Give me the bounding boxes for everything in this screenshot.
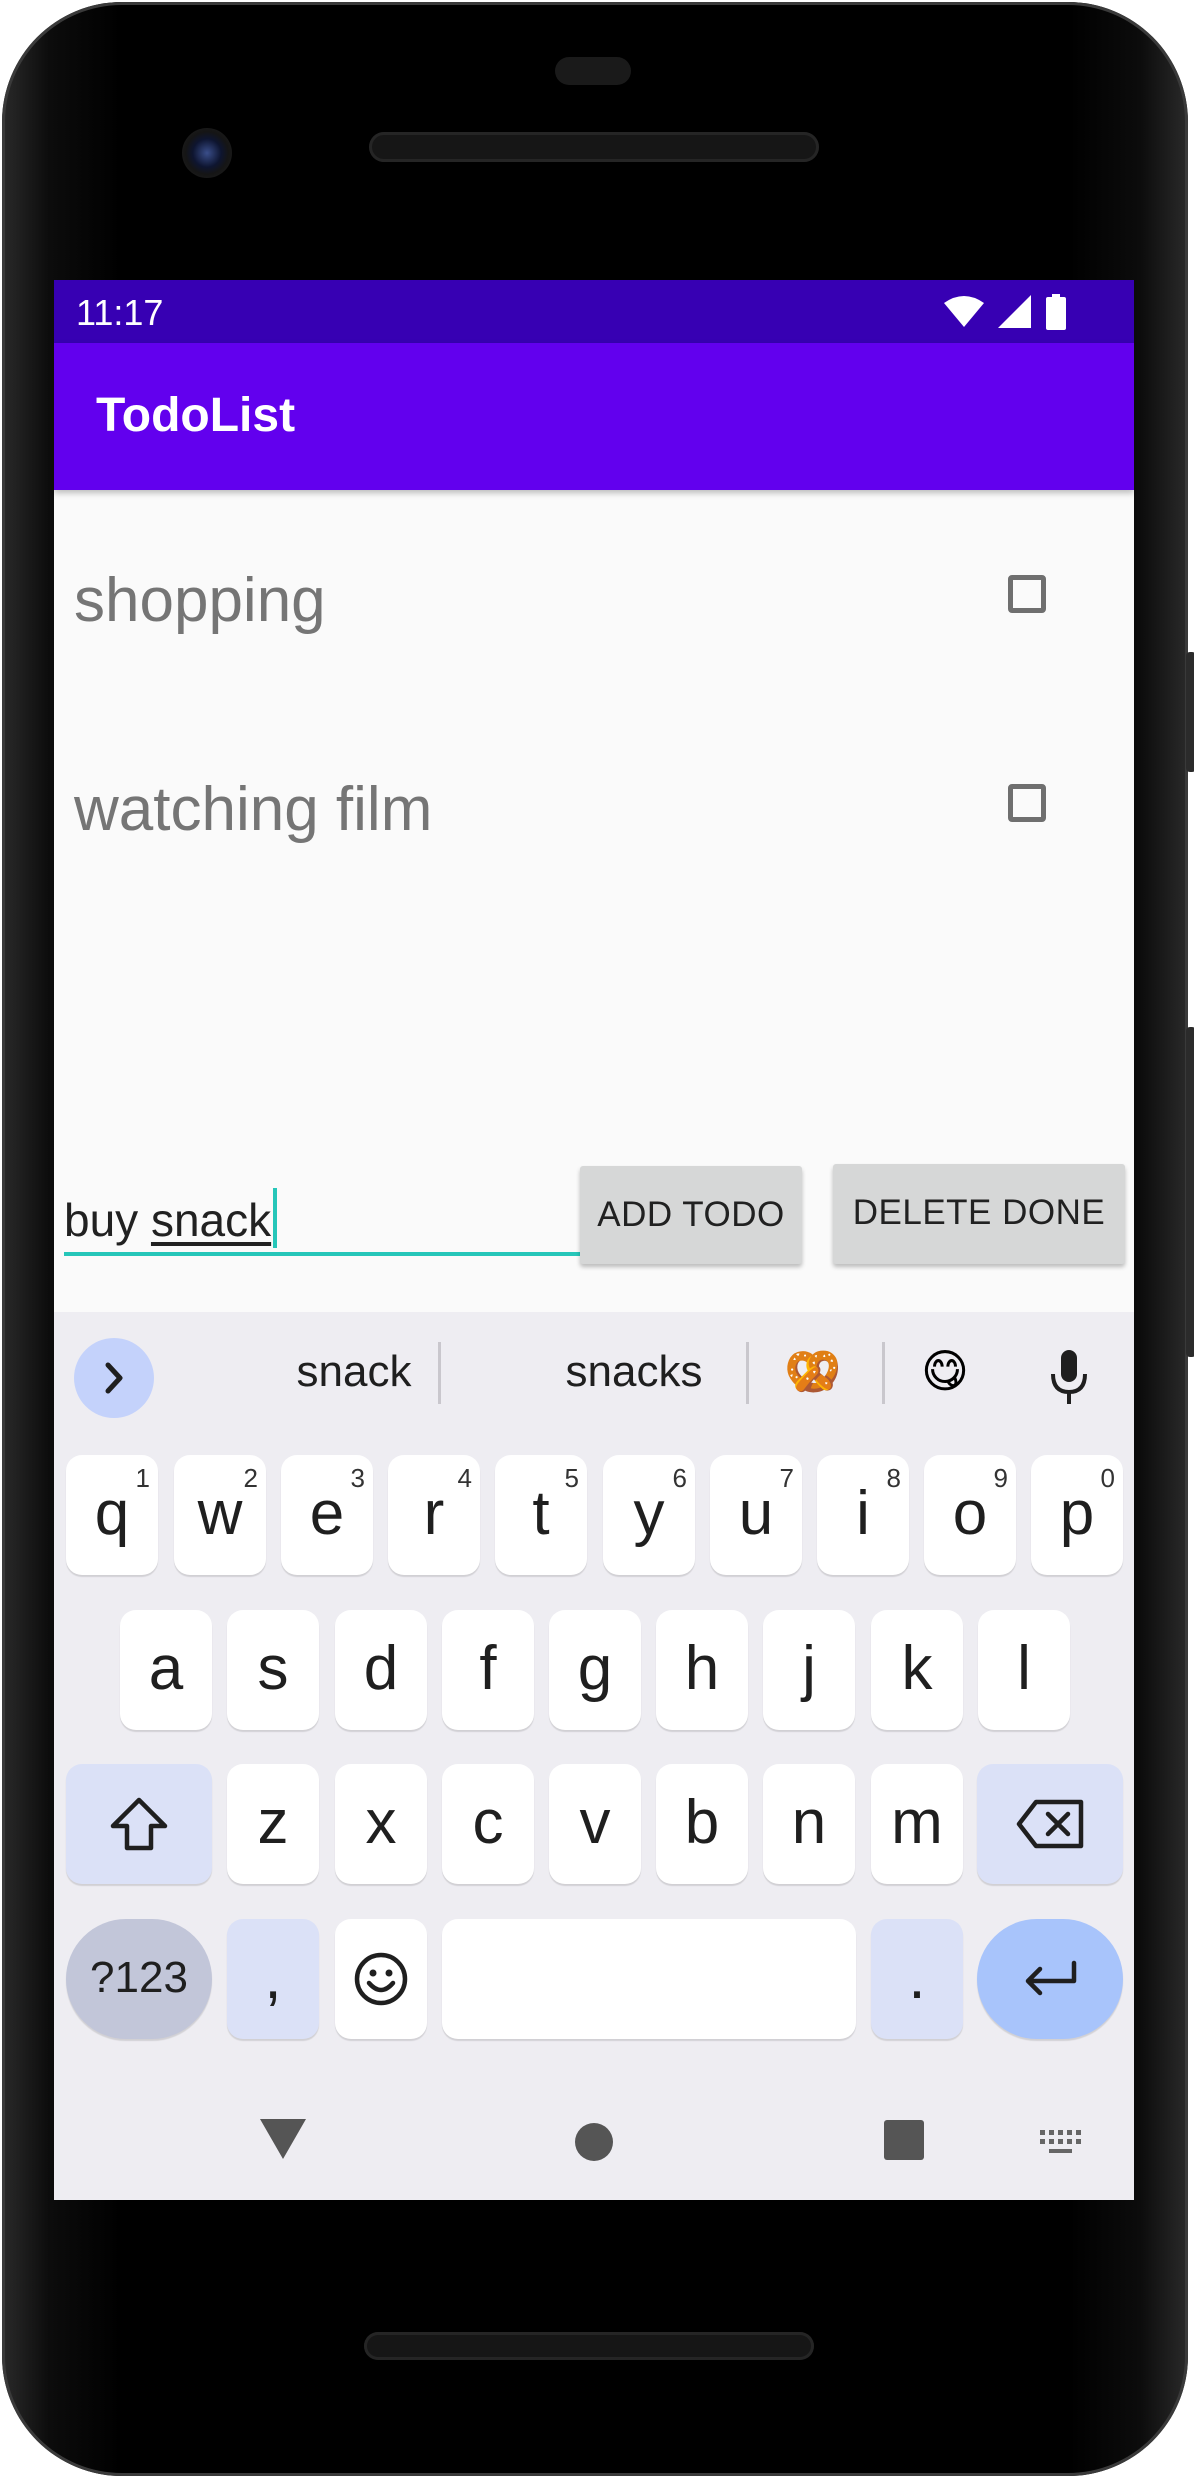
todo-item[interactable]: shopping <box>54 495 1134 704</box>
key-o[interactable]: o9 <box>924 1455 1016 1575</box>
top-speaker <box>369 132 819 162</box>
battery-icon <box>1046 294 1066 330</box>
enter-key[interactable] <box>977 1919 1123 2039</box>
bottom-speaker <box>364 2332 814 2360</box>
emoji-key[interactable] <box>335 1919 427 2039</box>
key-s[interactable]: s <box>227 1610 319 1730</box>
key-m[interactable]: m <box>871 1764 963 1884</box>
emoji-icon <box>354 1952 408 2006</box>
key-q[interactable]: q1 <box>66 1455 158 1575</box>
key-u[interactable]: u7 <box>710 1455 802 1575</box>
suggestion-bar: snack snacks 🥨 😋 <box>54 1312 1134 1422</box>
key-e[interactable]: e3 <box>281 1455 373 1575</box>
keyboard-icon[interactable] <box>1040 2130 1084 2158</box>
add-todo-button[interactable]: ADD TODO <box>580 1166 802 1264</box>
key-z[interactable]: z <box>227 1764 319 1884</box>
key-d[interactable]: d <box>335 1610 427 1730</box>
todo-item-text: shopping <box>74 566 326 635</box>
power-button <box>1186 652 1194 772</box>
key-a[interactable]: a <box>120 1610 212 1730</box>
key-x[interactable]: x <box>335 1764 427 1884</box>
earpiece <box>555 57 631 85</box>
emoji-suggestion-yum[interactable]: 😋 <box>921 1344 969 1398</box>
recents-icon[interactable] <box>884 2120 924 2160</box>
todo-input[interactable]: buy snack <box>64 1168 584 1258</box>
suggestion-word[interactable]: snacks <box>494 1347 774 1397</box>
text-cursor <box>273 1188 278 1248</box>
key-l[interactable]: l <box>978 1610 1070 1730</box>
space-key[interactable] <box>442 1919 856 2039</box>
key-r[interactable]: r4 <box>388 1455 480 1575</box>
comma-key[interactable]: , <box>227 1919 319 2039</box>
key-w[interactable]: w2 <box>174 1455 266 1575</box>
app-title: TodoList <box>96 389 296 442</box>
key-c[interactable]: c <box>442 1764 534 1884</box>
status-bar: 11:17 <box>54 280 1134 343</box>
symbols-key[interactable]: ?123 <box>66 1919 212 2039</box>
backspace-key[interactable] <box>977 1764 1123 1884</box>
key-b[interactable]: b <box>656 1764 748 1884</box>
status-time: 11:17 <box>76 292 164 333</box>
todo-input-value: buy snack <box>64 1188 278 1248</box>
status-icons <box>944 294 1066 330</box>
key-h[interactable]: h <box>656 1610 748 1730</box>
front-camera <box>182 128 232 178</box>
back-icon[interactable] <box>260 2119 306 2159</box>
wifi-icon <box>944 296 984 327</box>
suggestion-divider <box>746 1342 749 1404</box>
suggestion-word[interactable]: snack <box>239 1347 469 1397</box>
enter-icon <box>1025 1960 1077 1996</box>
input-underline <box>64 1252 584 1256</box>
suggestion-divider <box>882 1342 885 1404</box>
screen: 11:17 TodoList shopping watching film bu… <box>54 280 1134 2200</box>
signal-icon <box>998 295 1031 328</box>
app-bar: TodoList <box>54 343 1134 490</box>
key-j[interactable]: j <box>763 1610 855 1730</box>
period-key[interactable]: . <box>871 1919 963 2039</box>
key-k[interactable]: k <box>871 1610 963 1730</box>
shift-key[interactable] <box>66 1764 212 1884</box>
key-p[interactable]: p0 <box>1031 1455 1123 1575</box>
suggestion-divider <box>438 1342 441 1404</box>
home-icon[interactable] <box>574 2122 614 2162</box>
todo-checkbox[interactable] <box>1008 575 1046 613</box>
todo-checkbox[interactable] <box>1008 784 1046 822</box>
phone-frame: 11:17 TodoList shopping watching film bu… <box>2 2 1194 2476</box>
emoji-suggestion-pretzel[interactable]: 🥨 <box>784 1344 841 1399</box>
todo-item-text: watching film <box>74 775 433 844</box>
mic-icon[interactable] <box>1049 1350 1089 1404</box>
shift-icon <box>110 1797 168 1851</box>
navigation-bar <box>54 2072 1134 2200</box>
delete-done-button[interactable]: DELETE DONE <box>833 1164 1125 1264</box>
key-i[interactable]: i8 <box>817 1455 909 1575</box>
volume-button <box>1186 1027 1194 1357</box>
key-g[interactable]: g <box>549 1610 641 1730</box>
key-f[interactable]: f <box>442 1610 534 1730</box>
todo-item[interactable]: watching film <box>54 704 1134 913</box>
soft-keyboard: snack snacks 🥨 😋 q1 w2 e3 r4 t5 y6 u7 i … <box>54 1312 1134 2200</box>
key-t[interactable]: t5 <box>495 1455 587 1575</box>
chevron-right-icon <box>105 1362 123 1394</box>
key-y[interactable]: y6 <box>603 1455 695 1575</box>
suggestion-toggle-button[interactable] <box>74 1338 154 1418</box>
key-v[interactable]: v <box>549 1764 641 1884</box>
key-n[interactable]: n <box>763 1764 855 1884</box>
backspace-icon <box>1016 1799 1084 1849</box>
